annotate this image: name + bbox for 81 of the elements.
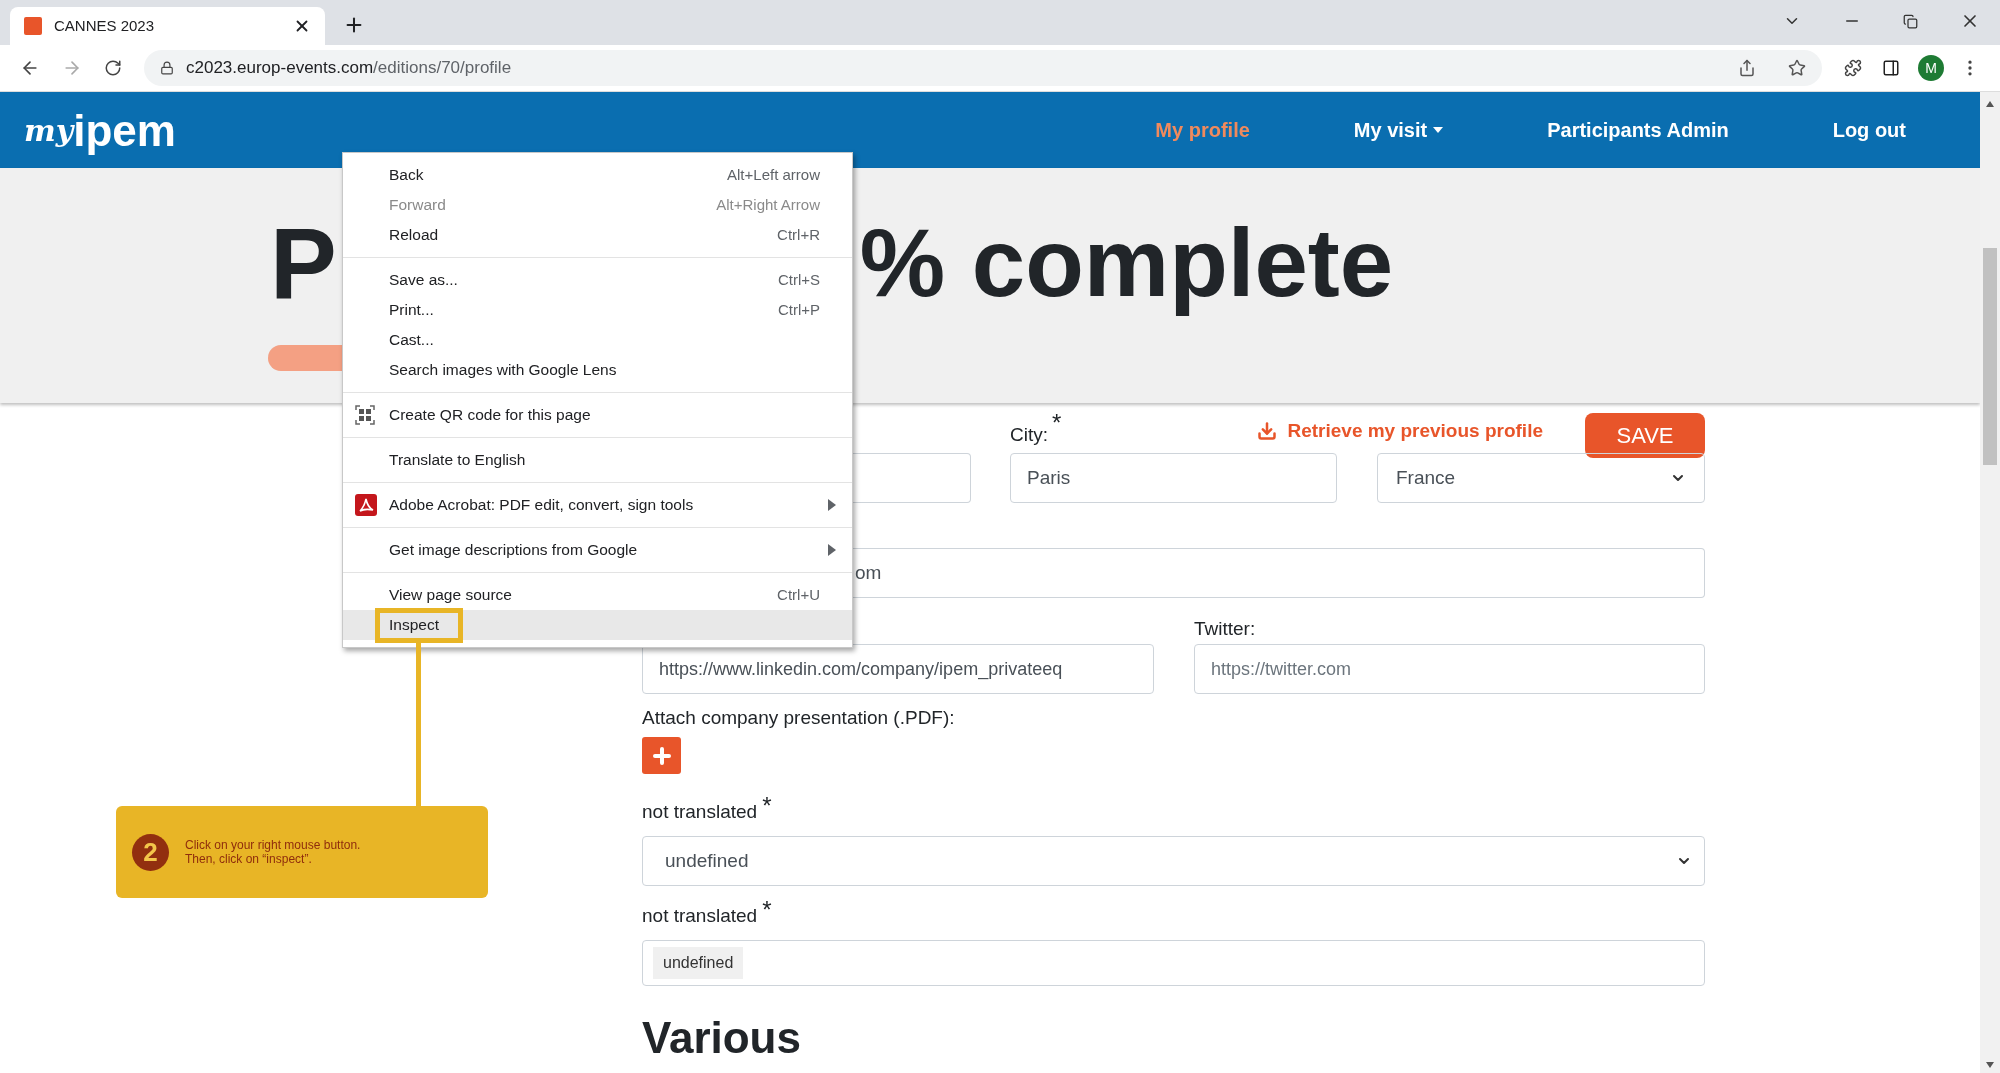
menu-item-label: Get image descriptions from Google — [389, 540, 638, 561]
caret-icon — [1433, 127, 1444, 133]
field-label: City: — [1010, 422, 1048, 447]
menu-item-label: View page source — [389, 585, 512, 606]
address-bar[interactable]: c2023.europ-events.com/editions/70/profile — [144, 50, 1822, 86]
menu-item[interactable]: Translate to English — [343, 445, 852, 475]
country-select[interactable]: France — [1377, 453, 1705, 503]
callout-text: Click on your right mouse button. Then, click on “inspect”. — [185, 838, 361, 866]
field-label: not translated — [642, 799, 758, 824]
shortcut-label: Ctrl+P — [777, 299, 820, 320]
nav-link[interactable]: Participants Admin — [1547, 115, 1729, 145]
field-label: Attach company presentation (.PDF): — [642, 708, 956, 727]
dropdown-select[interactable]: undefined — [642, 836, 1705, 886]
twitter-input[interactable]: https://twitter.com — [1194, 644, 1705, 694]
menu-item[interactable]: Inspect — [343, 610, 852, 640]
pdf-app-icon — [355, 494, 377, 516]
nav-link[interactable]: My visit — [1353, 115, 1444, 145]
reload-icon[interactable] — [104, 59, 122, 77]
menu-item-label: Create QR code for this page — [389, 405, 591, 426]
qr-code-icon — [355, 405, 375, 425]
menu-item-label: Inspect — [389, 615, 439, 636]
scrollbar-thumb[interactable] — [1983, 248, 1997, 465]
page-title: P — [270, 206, 337, 321]
save-button[interactable]: SAVE — [1585, 413, 1705, 458]
download-icon — [1257, 420, 1278, 441]
add-file-button[interactable] — [642, 737, 681, 774]
browser-tab[interactable]: CANNES 2023 — [10, 7, 325, 45]
field-label: not translated — [642, 903, 758, 928]
url-text: c2023.europ-events.com/editions/70/profile — [186, 57, 512, 80]
menu-item-label: Print... — [389, 300, 434, 321]
field-label: Twitter: — [1194, 616, 1256, 641]
lock-icon — [160, 61, 174, 75]
scrollbar[interactable] — [1980, 92, 2000, 1073]
submenu-arrow-icon — [828, 499, 836, 511]
submenu-arrow-icon — [828, 544, 836, 556]
menu-item[interactable]: Get image descriptions from Google — [343, 535, 852, 565]
menu-item-label: Back — [389, 165, 424, 186]
retrieve-profile-link[interactable]: Retrieve my previous profile — [1257, 416, 1543, 445]
site-logo[interactable]: myipem — [24, 107, 176, 153]
extensions-icon[interactable] — [1844, 59, 1862, 77]
city-input[interactable]: Paris — [1010, 453, 1337, 503]
nav-link[interactable]: Log out — [1832, 115, 1906, 145]
required-mark: * — [1052, 408, 1062, 438]
shortcut-label: Alt+Right Arrow — [716, 194, 820, 215]
menu-item-label: Adobe Acrobat: PDF edit, convert, sign tools — [389, 495, 694, 516]
menu-item[interactable]: Cast... — [343, 325, 852, 355]
scroll-down-icon[interactable] — [1985, 1061, 1995, 1069]
menu-item[interactable]: View page source Ctrl+U — [343, 580, 852, 610]
menu-item[interactable]: Back Alt+Left arrow — [343, 160, 852, 190]
section-heading: Various — [642, 1016, 802, 1060]
menu-item[interactable]: Save as... Ctrl+S — [343, 265, 852, 295]
required-mark: * — [762, 898, 772, 922]
tag-chip: undefined — [653, 947, 744, 979]
required-mark: * — [762, 794, 772, 818]
menu-item[interactable]: Search images with Google Lens — [343, 355, 852, 385]
tab-title: CANNES 2023 — [54, 15, 156, 36]
page-title: % complete — [859, 208, 1394, 319]
menu-item[interactable]: Print... Ctrl+P — [343, 295, 852, 325]
website-input[interactable]: om — [853, 548, 1705, 598]
shortcut-label: Alt+Left arrow — [727, 164, 820, 185]
scroll-up-icon[interactable] — [1985, 100, 1995, 108]
shortcut-label: Ctrl+U — [777, 584, 820, 605]
side-panel-icon[interactable] — [1882, 59, 1900, 77]
menu-item[interactable]: Reload Ctrl+R — [343, 220, 852, 250]
site-favicon — [24, 17, 42, 35]
menu-item-label: Translate to English — [389, 450, 526, 471]
menu-item-label: Save as... — [389, 270, 458, 291]
menu-item-label: Forward — [389, 195, 446, 216]
profile-avatar[interactable]: M — [1918, 55, 1944, 81]
restore-icon[interactable] — [1903, 13, 1918, 29]
menu-item[interactable]: Adobe Acrobat: PDF edit, convert, sign tools — [343, 490, 852, 520]
tag-input[interactable]: undefined — [642, 940, 1705, 986]
share-icon[interactable] — [1738, 59, 1756, 77]
menu-item-label: Cast... — [389, 330, 434, 351]
menu-item-label: Search images with Google Lens — [389, 360, 617, 381]
menu-item[interactable]: Create QR code for this page — [343, 400, 852, 430]
step-number: 2 — [132, 833, 169, 871]
bookmark-star-icon[interactable] — [1788, 59, 1806, 77]
shortcut-label: Ctrl+S — [777, 269, 820, 290]
menu-item-label: Reload — [389, 225, 439, 246]
shortcut-label: Ctrl+R — [777, 224, 820, 245]
